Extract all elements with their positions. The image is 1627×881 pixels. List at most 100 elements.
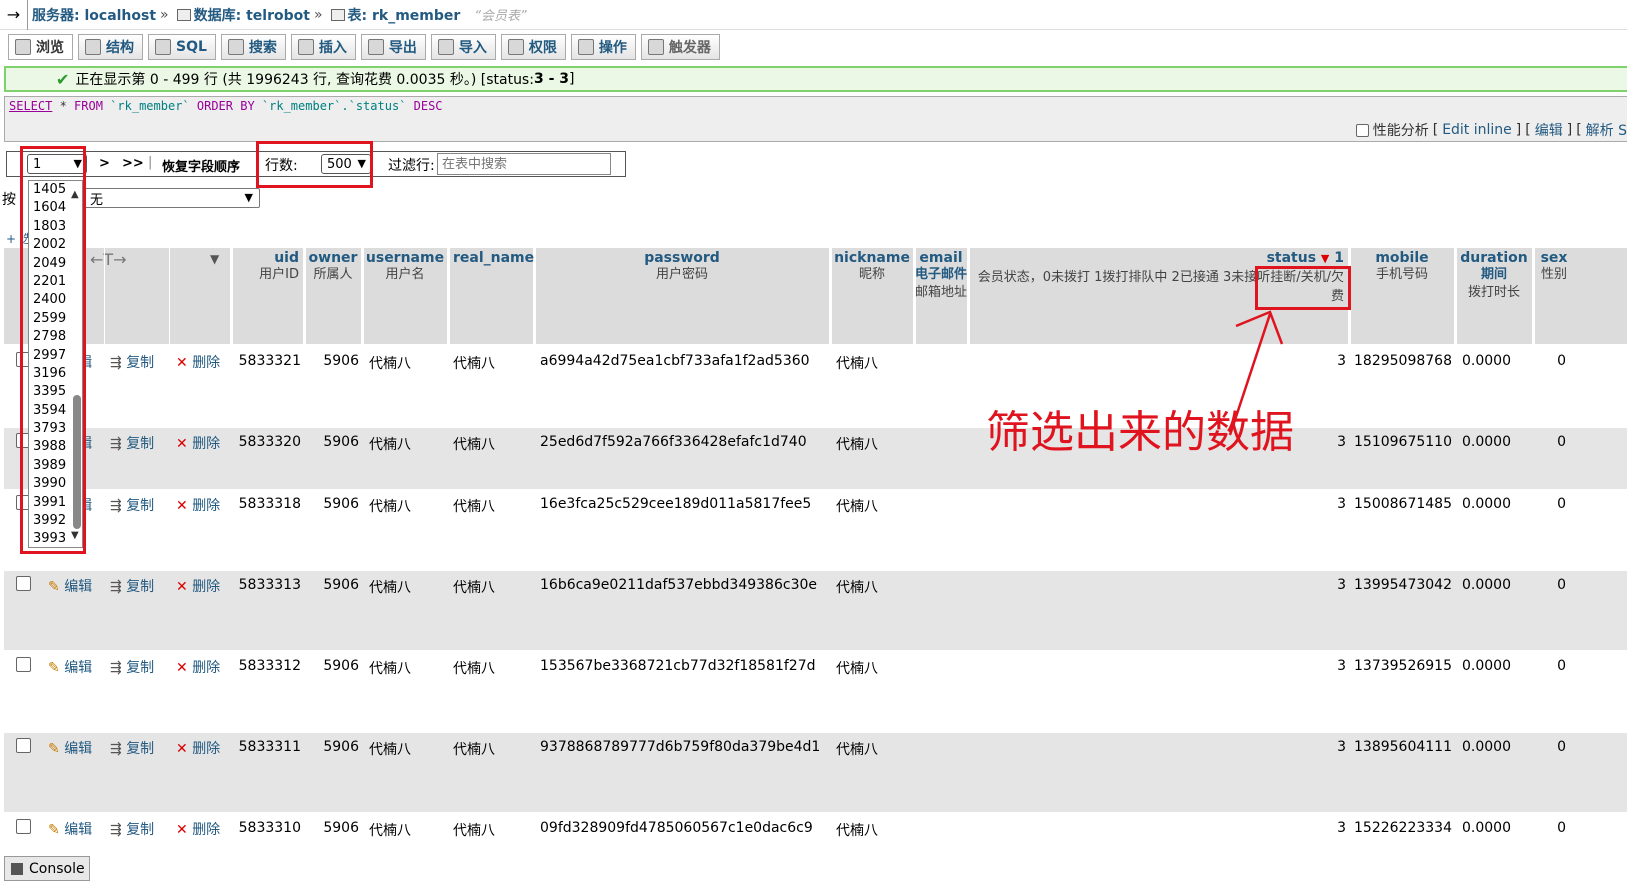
cell-password[interactable]: 153567be3368721cb77d32f18581f27d — [540, 658, 816, 674]
cell-status[interactable]: 3 — [969, 658, 1346, 674]
cell-uid[interactable]: 5833321 — [232, 353, 301, 369]
sql-select[interactable]: SELECT — [9, 99, 52, 113]
tab-insert[interactable]: 插入 — [290, 34, 356, 60]
delete-row-button[interactable]: ✕ 删除 — [176, 433, 220, 453]
profiling-checkbox[interactable] — [1355, 123, 1369, 137]
edit-row-button[interactable]: ✎ 编辑 — [48, 738, 92, 758]
delete-row-button[interactable]: ✕ 删除 — [176, 576, 220, 596]
next-page-button[interactable]: > — [99, 156, 110, 171]
cell-password[interactable]: 25ed6d7f592a766f336428efafc1d740 — [540, 434, 807, 450]
header-real-name[interactable]: real_name — [449, 248, 535, 344]
cell-sex[interactable]: 0 — [1534, 496, 1566, 512]
cell-mobile[interactable]: 13995473042 — [1350, 577, 1452, 593]
copy-row-button[interactable]: ⇶ 复制 — [110, 819, 154, 839]
cell-sex[interactable]: 0 — [1534, 434, 1566, 450]
cell-nickname[interactable]: 代楠八 — [836, 353, 878, 373]
cell-duration[interactable]: 0.0000 — [1462, 434, 1511, 450]
copy-row-button[interactable]: ⇶ 复制 — [110, 433, 154, 453]
row-checkbox[interactable] — [16, 819, 31, 834]
header-nickname[interactable]: nickname 昵称 — [831, 248, 915, 344]
cell-status[interactable]: 3 — [969, 577, 1346, 593]
delete-row-button[interactable]: ✕ 删除 — [176, 352, 220, 372]
last-page-button[interactable]: >> — [122, 156, 144, 171]
cell-real-name[interactable]: 代楠八 — [453, 496, 495, 516]
cell-duration[interactable]: 0.0000 — [1462, 658, 1511, 674]
cell-sex[interactable]: 0 — [1534, 820, 1566, 836]
edit-row-button[interactable]: ✎ 编辑 — [48, 819, 92, 839]
cell-owner[interactable]: 5906 — [305, 658, 359, 674]
cell-real-name[interactable]: 代楠八 — [453, 353, 495, 373]
cell-nickname[interactable]: 代楠八 — [836, 434, 878, 454]
copy-row-button[interactable]: ⇶ 复制 — [110, 576, 154, 596]
cell-username[interactable]: 代楠八 — [369, 496, 411, 516]
tab-triggers[interactable]: 触发器 — [640, 34, 720, 60]
cell-real-name[interactable]: 代楠八 — [453, 820, 495, 840]
cell-owner[interactable]: 5906 — [305, 434, 359, 450]
cell-mobile[interactable]: 15109675110 — [1350, 434, 1452, 450]
breadcrumb-table[interactable]: 表: rk_member — [330, 5, 460, 25]
cell-username[interactable]: 代楠八 — [369, 353, 411, 373]
tab-sql[interactable]: SQL — [148, 34, 216, 60]
cell-owner[interactable]: 5906 — [305, 820, 359, 836]
restore-column-order-button[interactable]: 恢复字段顺序 — [162, 156, 240, 175]
cell-owner[interactable]: 5906 — [305, 496, 359, 512]
cell-uid[interactable]: 5833312 — [232, 658, 301, 674]
cell-duration[interactable]: 0.0000 — [1462, 496, 1511, 512]
cell-mobile[interactable]: 15008671485 — [1350, 496, 1452, 512]
cell-nickname[interactable]: 代楠八 — [836, 496, 878, 516]
cell-sex[interactable]: 0 — [1534, 577, 1566, 593]
cell-status[interactable]: 3 — [969, 496, 1346, 512]
cell-password[interactable]: 9378868789777d6b759f80da379be4d1 — [540, 739, 820, 755]
cell-status[interactable]: 3 — [969, 820, 1346, 836]
arrow-right-icon[interactable]: → — [0, 0, 28, 30]
cell-duration[interactable]: 0.0000 — [1462, 739, 1511, 755]
cell-password[interactable]: 09fd328909fd4785060567c1e0dac6c9 — [540, 820, 813, 836]
row-checkbox[interactable] — [16, 576, 31, 591]
cell-uid[interactable]: 5833318 — [232, 496, 301, 512]
cell-real-name[interactable]: 代楠八 — [453, 739, 495, 759]
cell-real-name[interactable]: 代楠八 — [453, 658, 495, 678]
cell-mobile[interactable]: 15226223334 — [1350, 820, 1452, 836]
tab-export[interactable]: 导出 — [360, 34, 426, 60]
tab-search[interactable]: 搜索 — [220, 34, 286, 60]
cell-password[interactable]: 16e3fca25c529cee189d011a5817fee5 — [540, 496, 811, 512]
cell-password[interactable]: 16b6ca9e0211daf537ebbd349386c30e — [540, 577, 817, 593]
edit-inline-link[interactable]: Edit inline — [1442, 122, 1512, 138]
cell-real-name[interactable]: 代楠八 — [453, 577, 495, 597]
breadcrumb-database[interactable]: 数据库: telrobot — [176, 5, 310, 25]
cell-sex[interactable]: 0 — [1534, 658, 1566, 674]
cell-nickname[interactable]: 代楠八 — [836, 739, 878, 759]
cell-uid[interactable]: 5833311 — [232, 739, 301, 755]
cell-mobile[interactable]: 13895604111 — [1350, 739, 1452, 755]
header-owner[interactable]: owner 所属人 — [305, 248, 363, 344]
cell-sex[interactable]: 0 — [1534, 353, 1566, 369]
edit-row-button[interactable]: ✎ 编辑 — [48, 657, 92, 677]
chevron-down-icon[interactable]: ▼ — [210, 252, 219, 266]
breadcrumb-server[interactable]: 服务器: localhost — [32, 5, 156, 25]
tab-privileges[interactable]: 权限 — [500, 34, 566, 60]
delete-row-button[interactable]: ✕ 删除 — [176, 738, 220, 758]
cell-uid[interactable]: 5833313 — [232, 577, 301, 593]
cell-duration[interactable]: 0.0000 — [1462, 353, 1511, 369]
cell-uid[interactable]: 5833310 — [232, 820, 301, 836]
row-checkbox[interactable] — [16, 738, 31, 753]
header-password[interactable]: password 用户密码 — [535, 248, 831, 344]
cell-uid[interactable]: 5833320 — [232, 434, 301, 450]
cell-mobile[interactable]: 18295098768 — [1350, 353, 1452, 369]
tab-import[interactable]: 导入 — [430, 34, 496, 60]
explain-link[interactable]: 解析 S — [1586, 120, 1627, 140]
cell-owner[interactable]: 5906 — [305, 577, 359, 593]
copy-row-button[interactable]: ⇶ 复制 — [110, 738, 154, 758]
cell-owner[interactable]: 5906 — [305, 739, 359, 755]
header-username[interactable]: username 用户名 — [363, 248, 449, 344]
cell-nickname[interactable]: 代楠八 — [836, 820, 878, 840]
cell-owner[interactable]: 5906 — [305, 353, 359, 369]
cell-real-name[interactable]: 代楠八 — [453, 434, 495, 454]
cell-username[interactable]: 代楠八 — [369, 658, 411, 678]
edit-row-button[interactable]: ✎ 编辑 — [48, 576, 92, 596]
cell-username[interactable]: 代楠八 — [369, 577, 411, 597]
console-button[interactable]: Console — [4, 856, 90, 881]
copy-row-button[interactable]: ⇶ 复制 — [110, 657, 154, 677]
cell-password[interactable]: a6994a42d75ea1cbf733afa1f2ad5360 — [540, 353, 810, 369]
header-mobile[interactable]: mobile 手机号码 — [1350, 248, 1456, 344]
